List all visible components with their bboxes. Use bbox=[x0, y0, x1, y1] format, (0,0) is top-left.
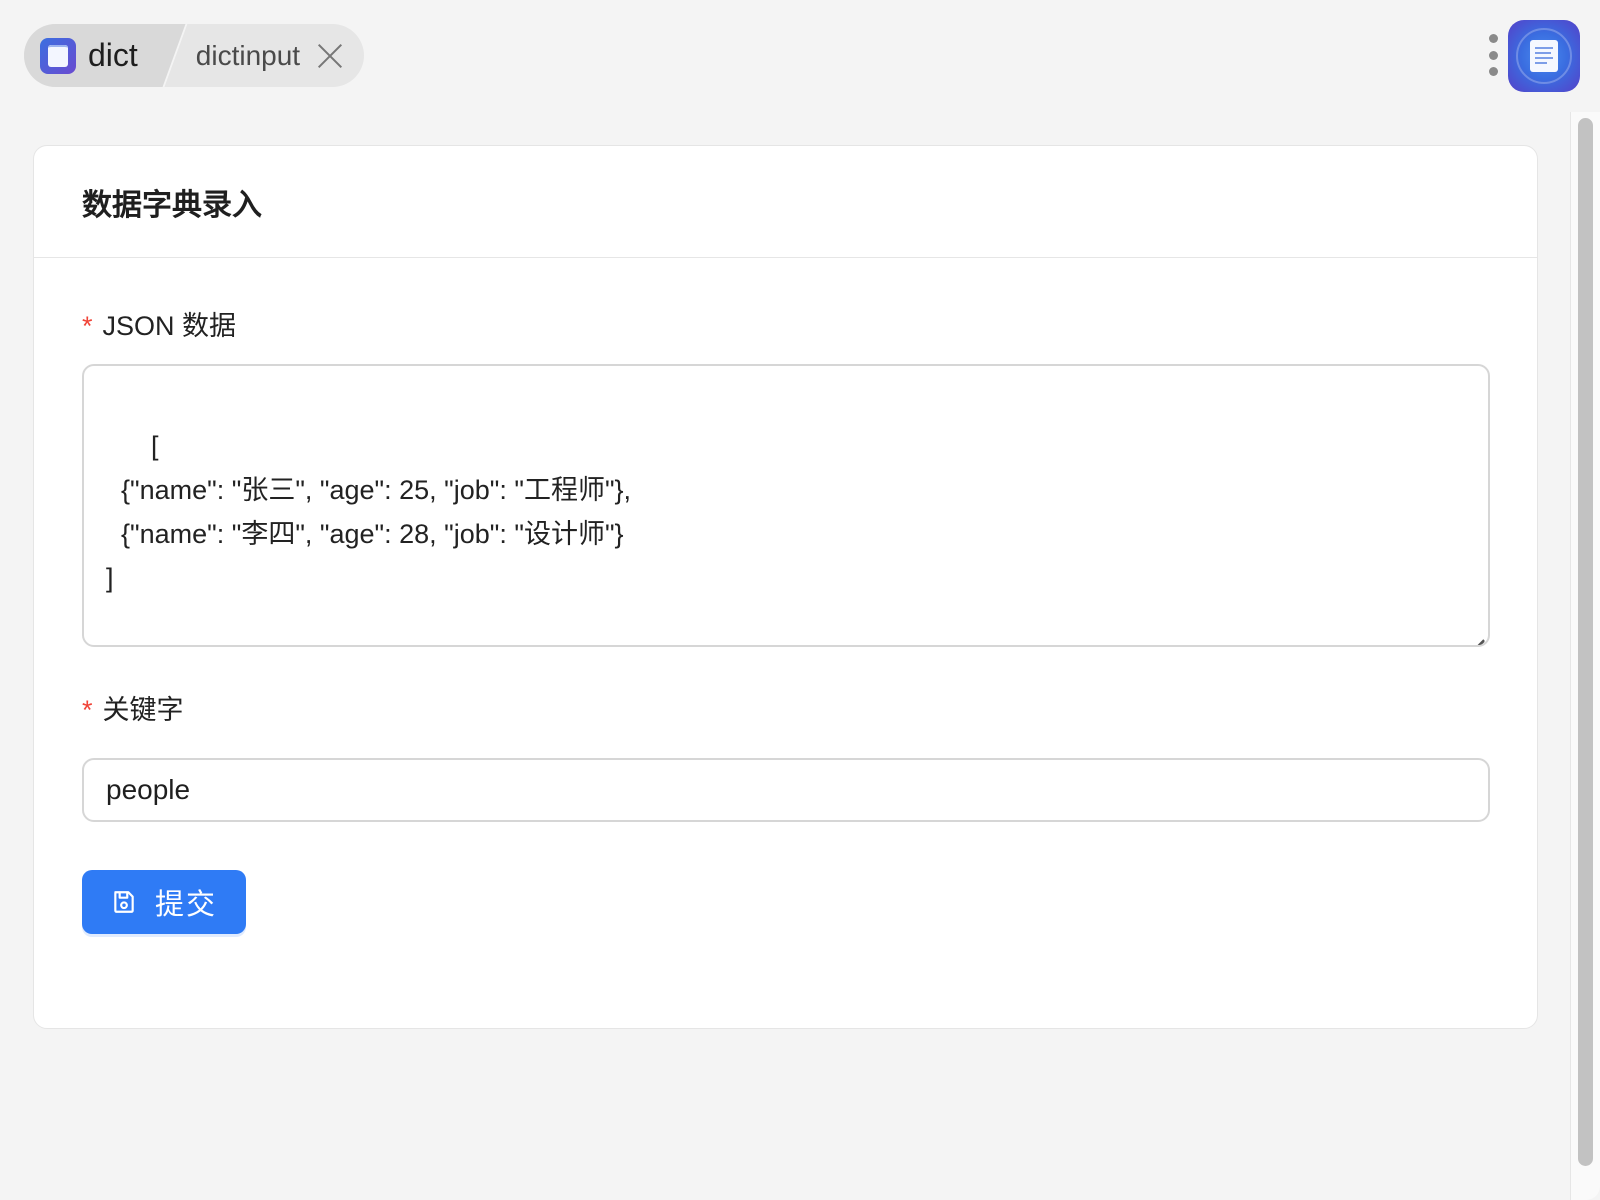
resize-grip-icon[interactable] bbox=[1470, 627, 1484, 641]
dict-entry-card: 数据字典录入 * JSON 数据 [ {"name": "张三", "age": … bbox=[33, 145, 1538, 1029]
required-mark: * bbox=[82, 311, 93, 341]
keyword-field-label: * 关键字 bbox=[82, 688, 184, 727]
required-mark: * bbox=[82, 695, 93, 725]
close-icon[interactable] bbox=[316, 42, 344, 70]
json-field-label: * JSON 数据 bbox=[82, 304, 236, 343]
json-field-label-text: JSON 数据 bbox=[102, 311, 237, 341]
submit-label: 提交 bbox=[154, 889, 217, 921]
card-title: 数据字典录入 bbox=[82, 188, 262, 222]
tab-bar: dict dictinput bbox=[24, 24, 365, 87]
tab-dict[interactable]: dict bbox=[24, 24, 162, 87]
save-icon bbox=[114, 891, 134, 913]
app-window: dict dictinput 数据字典录入 * JSON 数据 [{"name… bbox=[0, 0, 1600, 1200]
app-document-icon[interactable] bbox=[1508, 20, 1580, 92]
tab-dict-label: dict bbox=[88, 37, 138, 73]
tab-dictinput[interactable]: dictinput bbox=[162, 24, 364, 87]
json-data-textarea[interactable]: [ {"name": "张三", "age": 25, "job": "工程师"… bbox=[82, 364, 1490, 647]
tab-dictinput-label: dictinput bbox=[195, 39, 301, 71]
card-header: 数据字典录入 bbox=[34, 146, 1537, 258]
json-data-value: [ {"name": "张三", "age": 25, "job": "工程师"… bbox=[106, 431, 632, 593]
more-vertical-icon[interactable] bbox=[1486, 34, 1500, 76]
document-icon bbox=[40, 37, 76, 74]
submit-button[interactable]: 提交 bbox=[82, 870, 246, 934]
keyword-input[interactable]: people bbox=[82, 758, 1490, 822]
keyword-field-label-text: 关键字 bbox=[102, 695, 184, 725]
scrollbar-thumb[interactable] bbox=[1578, 118, 1593, 1166]
keyword-input-value: people bbox=[106, 774, 191, 805]
